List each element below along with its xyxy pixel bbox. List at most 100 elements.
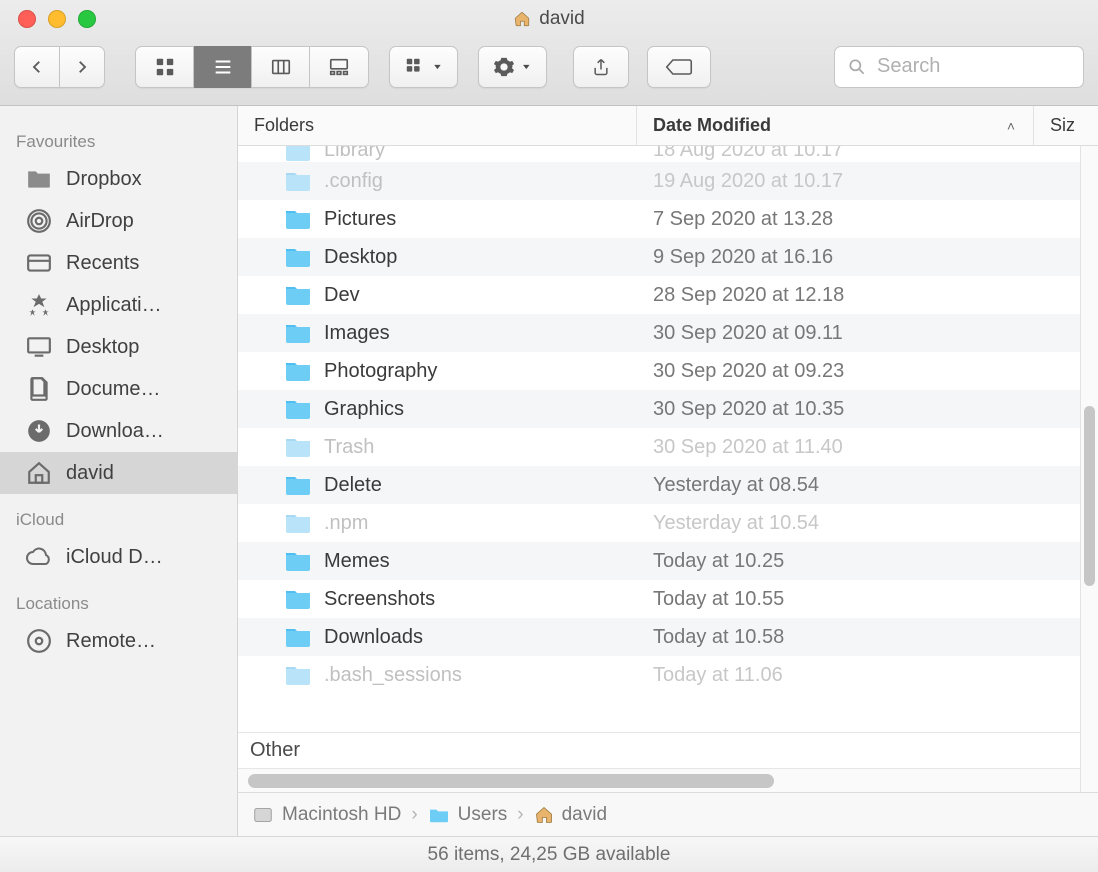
sort-ascending-icon: ˄ [1007, 118, 1015, 134]
group-by-button[interactable]: ▼ [389, 46, 458, 88]
folder-icon [284, 246, 312, 268]
column-view-button[interactable] [252, 46, 310, 88]
path-segment[interactable]: david [534, 804, 607, 826]
file-row[interactable]: Desktop9 Sep 2020 at 16.16 [238, 238, 1080, 276]
sidebar-item-icloudd[interactable]: iCloud D… [0, 536, 237, 578]
file-name: .bash_sessions [324, 664, 462, 687]
file-date: 30 Sep 2020 at 09.11 [637, 322, 1080, 345]
sidebar-item-label: AirDrop [66, 210, 134, 233]
search-input[interactable] [877, 55, 1071, 78]
sidebar-section-title: Favourites [0, 116, 237, 158]
sidebar-item-label: Remote… [66, 630, 156, 653]
gallery-view-button[interactable] [310, 46, 368, 88]
folder-icon [284, 208, 312, 230]
file-row[interactable]: .bash_sessionsToday at 11.06 [238, 656, 1080, 694]
toolbar: ▼ ▼ [0, 38, 1098, 105]
column-header-date[interactable]: Date Modified ˄ [637, 106, 1034, 145]
chevron-right-icon: › [411, 804, 417, 826]
tags-button[interactable] [647, 46, 711, 88]
file-date: Today at 10.25 [637, 550, 1080, 573]
desktop-icon [24, 334, 54, 360]
file-row[interactable]: ScreenshotsToday at 10.55 [238, 580, 1080, 618]
sidebar-item-airdrop[interactable]: AirDrop [0, 200, 237, 242]
path-bar: Macintosh HD › Users › david [238, 792, 1098, 836]
home-icon [513, 10, 531, 28]
action-menu-button[interactable]: ▼ [478, 46, 547, 88]
sidebar-item-downloa[interactable]: Downloa… [0, 410, 237, 452]
view-switcher [135, 46, 369, 88]
folder-icon [284, 170, 312, 192]
file-row[interactable]: Images30 Sep 2020 at 09.11 [238, 314, 1080, 352]
sidebar-item-docume[interactable]: Docume… [0, 368, 237, 410]
file-name: Pictures [324, 208, 396, 231]
file-name: .config [324, 170, 383, 193]
chevron-right-icon: › [517, 804, 523, 826]
file-row[interactable]: DownloadsToday at 10.58 [238, 618, 1080, 656]
file-row[interactable]: MemesToday at 10.25 [238, 542, 1080, 580]
horizontal-scroll-thumb[interactable] [248, 774, 774, 788]
sidebar-section-title: Locations [0, 578, 237, 620]
sidebar-item-applicati[interactable]: Applicati… [0, 284, 237, 326]
column-header-name[interactable]: Folders [238, 106, 637, 145]
folder-icon [284, 436, 312, 458]
file-date: 18 Aug 2020 at 10.17 [637, 146, 1080, 162]
file-name: Photography [324, 360, 437, 383]
list-view-button[interactable] [194, 46, 252, 88]
file-name: Delete [324, 474, 382, 497]
folder-icon [284, 512, 312, 534]
file-list[interactable]: Library18 Aug 2020 at 10.17 .config 19 Aug… [238, 146, 1080, 732]
path-label: david [562, 804, 607, 826]
file-row[interactable]: Photography30 Sep 2020 at 09.23 [238, 352, 1080, 390]
icon-view-button[interactable] [136, 46, 194, 88]
sidebar-item-label: Dropbox [66, 168, 142, 191]
folder-icon [24, 166, 54, 192]
path-segment[interactable]: Macintosh HD [252, 804, 401, 826]
sidebar-item-dropbox[interactable]: Dropbox [0, 158, 237, 200]
file-row[interactable]: Dev28 Sep 2020 at 12.18 [238, 276, 1080, 314]
back-button[interactable] [14, 46, 60, 88]
share-button[interactable] [573, 46, 629, 88]
sidebar[interactable]: Favourites Dropbox AirDrop RecentsApplicati… [0, 106, 238, 836]
file-row[interactable]: Trash30 Sep 2020 at 11.40 [238, 428, 1080, 466]
sidebar-section-title: iCloud [0, 494, 237, 536]
horizontal-scrollbar[interactable] [238, 768, 1080, 792]
sidebar-item-david[interactable]: david [0, 452, 237, 494]
home-icon [534, 805, 554, 825]
sidebar-item-label: Downloa… [66, 420, 164, 443]
vertical-scrollbar[interactable] [1080, 146, 1098, 792]
file-row[interactable]: Graphics30 Sep 2020 at 10.35 [238, 390, 1080, 428]
folder-icon [284, 146, 312, 162]
file-row[interactable]: DeleteYesterday at 08.54 [238, 466, 1080, 504]
sidebar-item-recents[interactable]: Recents [0, 242, 237, 284]
folder-icon [284, 360, 312, 382]
file-row[interactable]: .npm Yesterday at 10.54 [238, 504, 1080, 542]
column-header-size[interactable]: Siz [1034, 106, 1098, 145]
vertical-scroll-thumb[interactable] [1084, 406, 1095, 586]
sidebar-item-remote[interactable]: Remote… [0, 620, 237, 662]
file-date: 30 Sep 2020 at 11.40 [637, 436, 1080, 459]
airdrop-icon [24, 208, 54, 234]
folder-icon [284, 626, 312, 648]
folder-icon [284, 588, 312, 610]
file-row[interactable]: Library18 Aug 2020 at 10.17 [238, 146, 1080, 162]
file-name: Dev [324, 284, 360, 307]
file-date: Today at 10.58 [637, 626, 1080, 649]
group-header-other: Other [238, 732, 1080, 768]
forward-button[interactable] [59, 46, 105, 88]
file-name: .npm [324, 512, 368, 535]
file-date: Yesterday at 10.54 [637, 512, 1080, 535]
file-row[interactable]: Pictures7 Sep 2020 at 13.28 [238, 200, 1080, 238]
file-date: 19 Aug 2020 at 10.17 [637, 170, 1080, 193]
folder-icon [284, 664, 312, 686]
search-field[interactable] [834, 46, 1084, 88]
sidebar-item-desktop[interactable]: Desktop [0, 326, 237, 368]
file-date: Today at 10.55 [637, 588, 1080, 611]
downloads-icon [24, 418, 54, 444]
file-name: Desktop [324, 246, 397, 269]
folder-icon [284, 322, 312, 344]
file-row[interactable]: .config 19 Aug 2020 at 10.17 [238, 162, 1080, 200]
folder-icon [284, 474, 312, 496]
icloud-icon [24, 544, 54, 570]
path-segment[interactable]: Users [428, 804, 508, 826]
file-date: 30 Sep 2020 at 10.35 [637, 398, 1080, 421]
